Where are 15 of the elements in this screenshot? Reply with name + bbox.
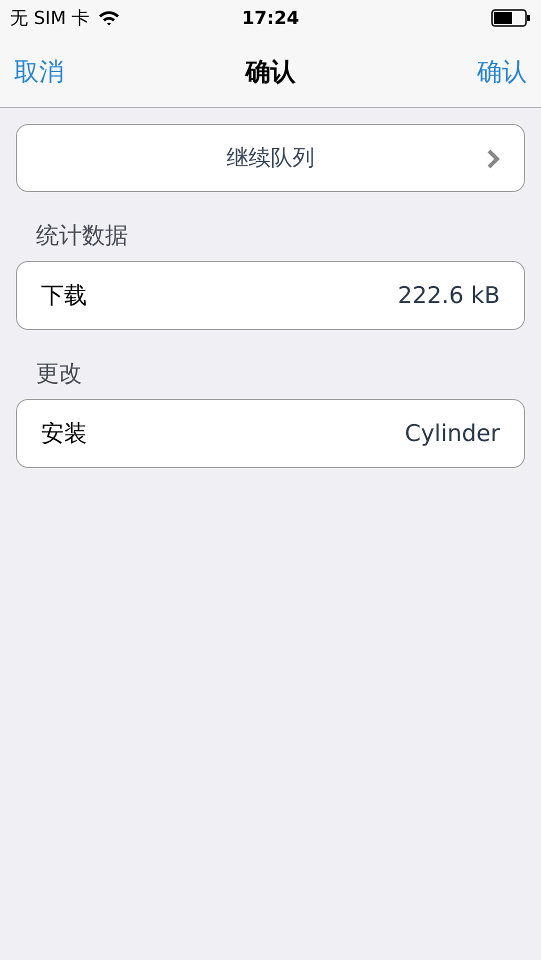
confirm-button[interactable]: 确认 — [477, 55, 527, 88]
section-header: 更改 — [36, 361, 82, 387]
wifi-icon — [98, 10, 120, 26]
status-time: 17:24 — [242, 8, 300, 28]
chevron-icon — [486, 149, 500, 169]
row-value: 222.6 kB — [398, 282, 500, 308]
battery-icon — [491, 9, 531, 27]
row-value: Cylinder — [404, 420, 500, 446]
queue-button[interactable]: 继续队列 — [16, 124, 525, 192]
row-label: 下载 — [41, 282, 87, 311]
nav-title: 确认 — [246, 57, 296, 86]
cancel-button[interactable]: 取消 — [14, 55, 64, 88]
row-label: 安装 — [41, 420, 87, 449]
carrier-text: 无 SIM 卡 — [10, 7, 90, 30]
section-header: 统计数据 — [36, 223, 128, 249]
